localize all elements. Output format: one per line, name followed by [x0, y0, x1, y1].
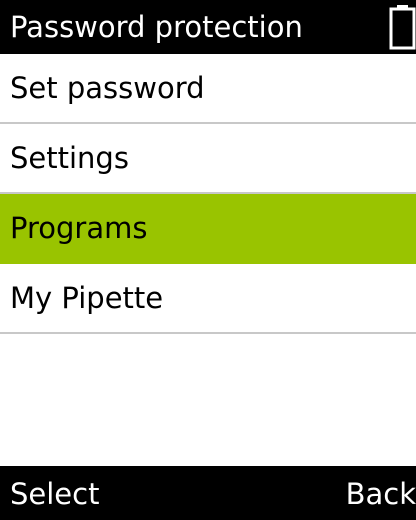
battery-icon [389, 4, 416, 50]
select-softkey[interactable]: Select [10, 474, 99, 514]
device-screen: Password protection Set password Setting… [0, 0, 416, 520]
menu-item-label: My Pipette [10, 281, 164, 315]
back-softkey[interactable]: Back [346, 474, 416, 514]
menu-item-programs[interactable]: Programs [0, 194, 416, 264]
page-title: Password protection [10, 10, 303, 44]
softkey-bar: Select Back [0, 466, 416, 520]
menu-item-set-password[interactable]: Set password [0, 54, 416, 124]
menu-list: Set password Settings Programs My Pipett… [0, 54, 416, 334]
title-bar: Password protection [0, 0, 416, 54]
menu-item-label: Programs [10, 211, 148, 245]
menu-item-settings[interactable]: Settings [0, 124, 416, 194]
menu-item-label: Set password [10, 71, 205, 105]
menu-item-label: Settings [10, 141, 129, 175]
menu-item-my-pipette[interactable]: My Pipette [0, 264, 416, 334]
